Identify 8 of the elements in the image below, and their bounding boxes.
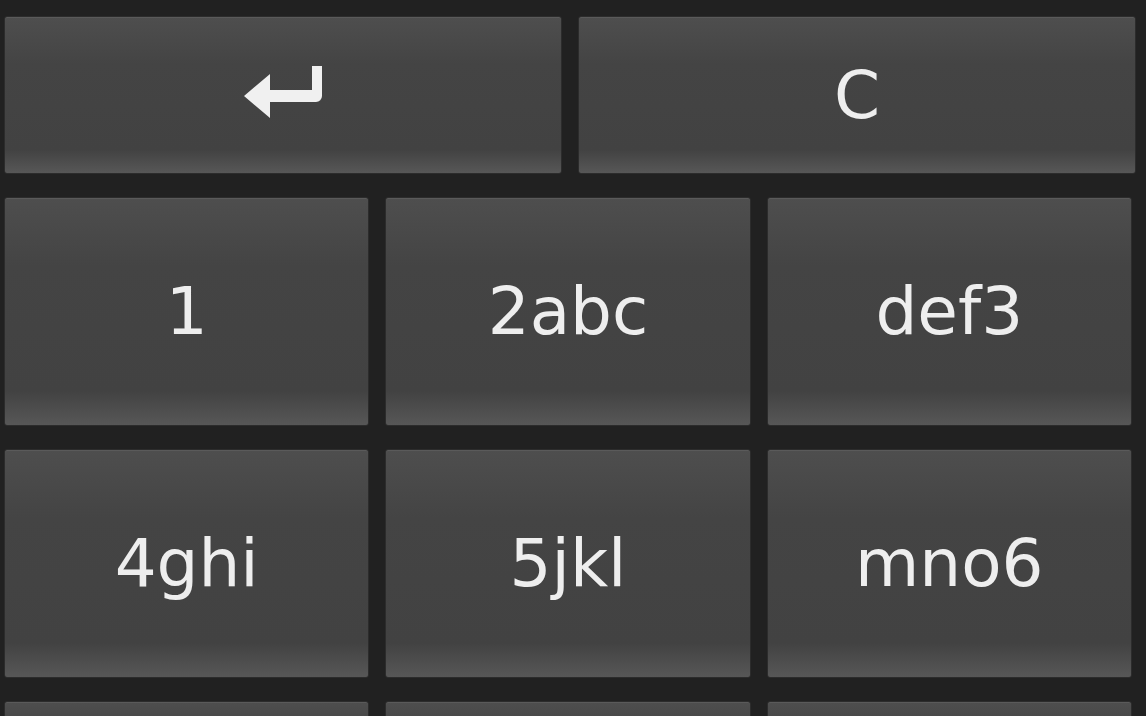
keypad-key[interactable]: 5jkl [385, 449, 751, 678]
enter-key[interactable] [4, 16, 562, 174]
keypad-key[interactable]: def3 [766, 197, 1132, 426]
keypad-key[interactable]: 2abc [385, 197, 751, 426]
keypad-key[interactable]: C [578, 16, 1136, 174]
keypad-key[interactable]: mno6 [766, 449, 1132, 678]
keypad-key[interactable]: 1 [4, 197, 370, 426]
keypad-key[interactable]: 4ghi [4, 449, 370, 678]
